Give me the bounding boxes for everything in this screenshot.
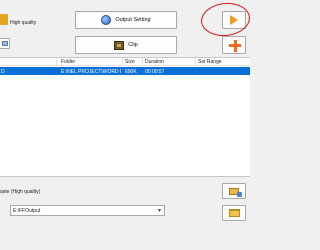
add-button[interactable]	[222, 36, 246, 54]
column-header-folder[interactable]: Folder	[61, 59, 75, 65]
clip-icon	[114, 40, 125, 50]
folder-icon	[228, 209, 240, 217]
row-name: D	[1, 68, 5, 75]
output-setting-button[interactable]: Output Setting	[75, 11, 177, 29]
column-header-size[interactable]: Size	[125, 59, 135, 65]
window-icon	[2, 41, 8, 46]
left-edge-icon	[0, 14, 8, 25]
folder-settings-icon	[229, 187, 242, 197]
table-row[interactable]: D E:\NEL PROJECT\WORD P... 690K 00:00:57	[0, 67, 250, 75]
left-edge-button[interactable]	[0, 38, 10, 49]
output-setting-icon	[101, 15, 112, 25]
file-list[interactable]: Folder Size Duration Set Range D E:\NEL …	[0, 57, 250, 177]
row-folder: E:\NEL PROJECT\WORD P...	[61, 68, 121, 75]
output-folder-value: E:\FFOutput	[13, 207, 41, 214]
browse-folder-button[interactable]	[222, 205, 246, 221]
clip-button[interactable]: Clip	[75, 36, 177, 54]
red-circle-annotation	[199, 0, 252, 39]
output-folder-select[interactable]: E:\FFOutput	[10, 205, 165, 216]
row-duration: 00:00:57	[145, 68, 165, 75]
quality-label: High quality	[10, 20, 37, 26]
row-size: 690K	[125, 68, 137, 75]
column-header-duration[interactable]: Duration	[145, 59, 164, 65]
chevron-down-icon[interactable]: ▾	[155, 206, 164, 215]
output-profile-button[interactable]	[222, 183, 246, 199]
list-header: Folder Size Duration Set Range	[0, 58, 250, 66]
column-header-set-range[interactable]: Set Range	[198, 59, 222, 65]
output-setting-label: Output Setting	[115, 17, 151, 23]
output-profile-label[interactable]: aste (High quality)	[0, 189, 40, 195]
clip-label: Clip	[128, 42, 138, 48]
